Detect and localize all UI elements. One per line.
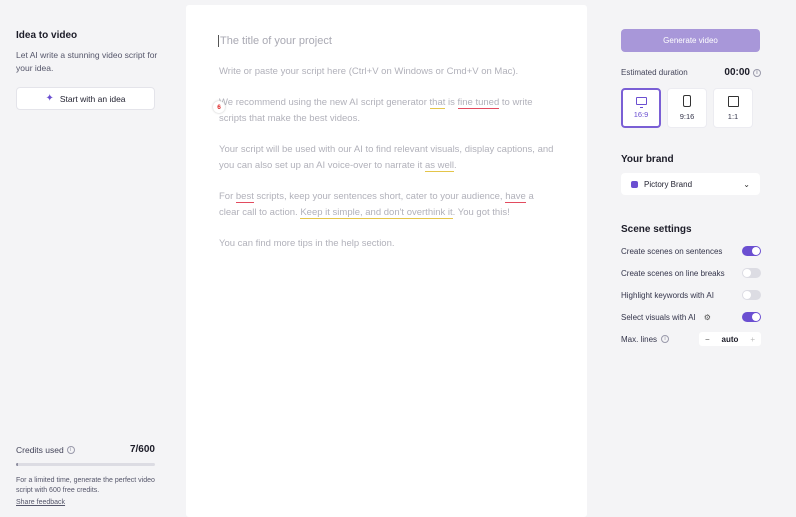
spelling-underline[interactable]: have <box>505 191 526 203</box>
script-paragraph: Write or paste your script here (Ctrl+V … <box>219 66 519 77</box>
spelling-underline[interactable]: best <box>235 191 254 203</box>
setting-row: Highlight keywords with AI <box>621 284 761 306</box>
script-paragraph: We recommend using the new AI script gen… <box>219 97 533 124</box>
setting-row: Select visuals with AI ⚙ <box>621 306 761 328</box>
start-with-idea-button[interactable]: ✦ Start with an idea <box>16 87 155 110</box>
sliders-icon[interactable]: ⚙ <box>704 313 711 322</box>
phone-icon <box>683 95 691 107</box>
share-feedback-link[interactable]: Share feedback <box>16 499 65 506</box>
setting-label: Create scenes on sentences <box>621 246 723 256</box>
left-panel: Idea to video Let AI write a stunning vi… <box>0 0 172 517</box>
setting-row: Create scenes on sentences <box>621 240 761 262</box>
max-lines-value: auto <box>721 334 739 344</box>
max-lines-stepper: − auto + <box>699 332 761 346</box>
brand-logo-icon <box>631 180 638 188</box>
scenes-on-sentences-toggle[interactable] <box>742 246 761 256</box>
project-title-input[interactable]: The title of your project <box>218 35 554 47</box>
ratio-9-16-button[interactable]: 9:16 <box>667 88 707 128</box>
highlight-keywords-toggle[interactable] <box>742 290 761 300</box>
info-icon[interactable]: i <box>753 68 761 77</box>
brand-name: Pictory Brand <box>644 179 693 189</box>
ratio-1-1-button[interactable]: 1:1 <box>713 88 753 128</box>
right-panel: Generate video Estimated duration 00:00 … <box>621 0 761 350</box>
aspect-ratio-selector: 16:9 9:16 1:1 <box>621 88 761 128</box>
grammar-issues-badge[interactable]: 6 <box>213 101 225 113</box>
duration-label: Estimated duration <box>621 68 688 77</box>
generate-video-button[interactable]: Generate video <box>621 29 760 52</box>
start-with-idea-label: Start with an idea <box>59 93 126 104</box>
setting-label: Highlight keywords with AI <box>621 290 714 300</box>
panel-description: Let AI write a stunning video script for… <box>16 50 158 73</box>
script-paragraph: Your script will be used with our AI to … <box>219 144 554 172</box>
setting-label: Select visuals with AI <box>621 312 696 322</box>
credits-note: For a limited time, generate the perfect… <box>16 477 155 494</box>
increment-button[interactable]: + <box>750 335 755 344</box>
panel-title: Idea to video <box>16 30 78 41</box>
credits-progress-fill <box>16 463 18 466</box>
grammar-underline[interactable]: as well <box>424 160 454 172</box>
ratio-16-9-button[interactable]: 16:9 <box>621 88 661 128</box>
chevron-down-icon: ⌄ <box>743 179 750 189</box>
brand-title: Your brand <box>621 154 674 165</box>
brand-select[interactable]: Pictory Brand ⌄ <box>621 173 760 195</box>
credits-value: 7/600 <box>129 444 155 455</box>
duration-value: 00:00 <box>724 67 750 78</box>
setting-row: Create scenes on line breaks <box>621 262 761 284</box>
decrement-button[interactable]: − <box>705 335 710 344</box>
credits-progress-bar <box>16 463 155 466</box>
spelling-underline[interactable]: fine tuned <box>457 97 500 109</box>
info-icon[interactable]: i <box>661 335 670 343</box>
credits-section: Credits used i 7/600 For a limited time,… <box>16 444 155 506</box>
info-icon[interactable]: i <box>66 445 75 454</box>
script-paragraph: For best scripts, keep your sentences sh… <box>219 191 534 219</box>
setting-label: Create scenes on line breaks <box>621 268 725 278</box>
square-icon <box>727 95 739 107</box>
grammar-underline[interactable]: Keep it simple, and don't overthink it <box>300 207 453 219</box>
setting-row: Max. lines i − auto + <box>621 328 761 350</box>
scene-settings-title: Scene settings <box>621 224 692 235</box>
monitor-icon <box>635 97 647 108</box>
select-visuals-toggle[interactable] <box>742 312 761 322</box>
scenes-on-line-breaks-toggle[interactable] <box>742 268 761 278</box>
script-paragraph: You can find more tips in the help secti… <box>219 238 395 249</box>
script-editor[interactable]: The title of your project Write or paste… <box>186 5 587 517</box>
sparkle-icon: ✦ <box>45 93 54 104</box>
credits-label: Credits used <box>16 444 64 455</box>
max-lines-label: Max. lines <box>621 334 658 344</box>
grammar-underline[interactable]: that <box>429 97 446 109</box>
